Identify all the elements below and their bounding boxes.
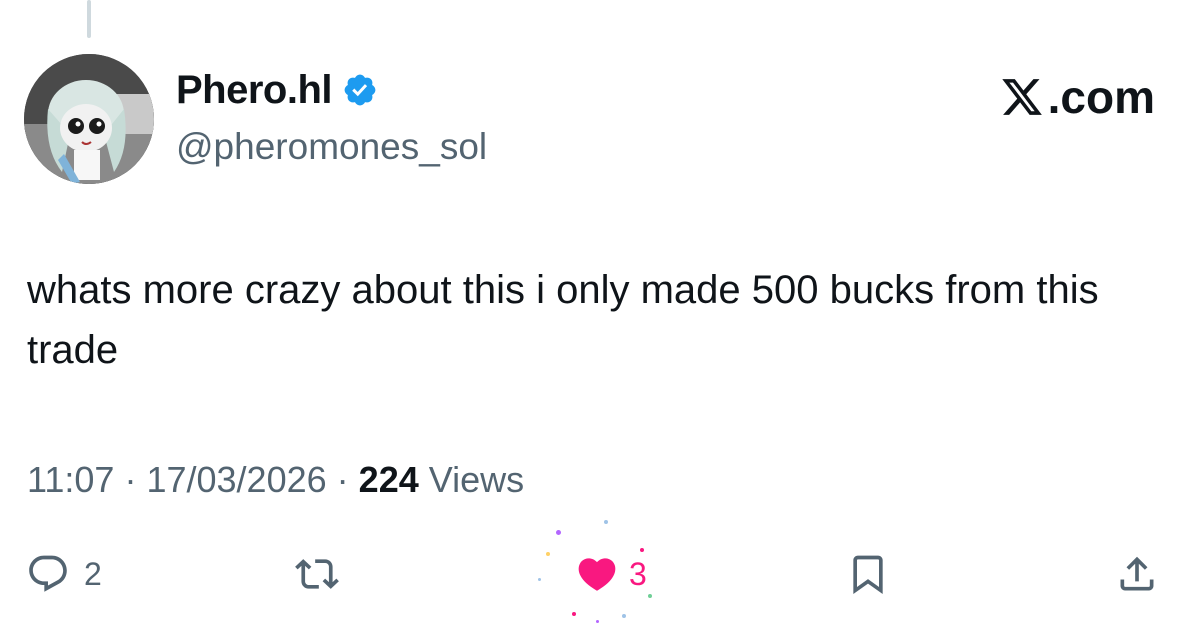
like-count: 3 (629, 556, 647, 592)
tweet-time[interactable]: 11:07 (27, 459, 114, 500)
views-label: Views (428, 459, 525, 500)
share-icon (1120, 556, 1154, 591)
like-button[interactable]: 3 (575, 552, 647, 596)
like-sparkle-dot (572, 612, 576, 616)
thread-connector-line (87, 0, 91, 38)
display-name[interactable]: Phero.hl (176, 70, 333, 110)
verified-badge-icon (342, 72, 378, 108)
tweet-meta: 11:07 · 17/03/2026 · 224 Views (27, 462, 524, 498)
author-handle[interactable]: @pheromones_sol (176, 128, 487, 165)
avatar-image (24, 54, 154, 184)
retweet-button[interactable] (295, 552, 339, 596)
brand-label: .com (1047, 71, 1155, 123)
reply-count: 2 (84, 556, 102, 592)
like-sparkle-dot (538, 578, 541, 581)
like-sparkle-dot (556, 530, 561, 535)
like-sparkle-dot (622, 614, 626, 618)
author-name-row[interactable]: Phero.hl (176, 70, 378, 110)
retweet-icon (295, 559, 339, 589)
like-sparkle-dot (546, 552, 550, 556)
meta-separator: · (124, 459, 137, 500)
x-logo-icon (1001, 79, 1042, 115)
like-sparkle-dot (596, 620, 599, 623)
brand-watermark: .com (1000, 74, 1155, 120)
views-count: 224 (358, 459, 419, 500)
meta-separator: · (336, 459, 349, 500)
avatar[interactable] (24, 54, 154, 184)
share-button[interactable] (1115, 552, 1159, 596)
heart-icon (578, 558, 616, 591)
tweet-text: whats more crazy about this i only made … (27, 268, 1099, 372)
like-sparkle-dot (604, 520, 608, 524)
like-sparkle-dot (648, 594, 652, 598)
like-sparkle-dot (640, 548, 644, 552)
bookmark-button[interactable] (846, 552, 890, 596)
tweet-date[interactable]: 17/03/2026 (146, 459, 326, 500)
reply-button[interactable]: 2 (26, 552, 102, 596)
reply-icon (29, 555, 67, 592)
bookmark-icon (853, 555, 883, 595)
